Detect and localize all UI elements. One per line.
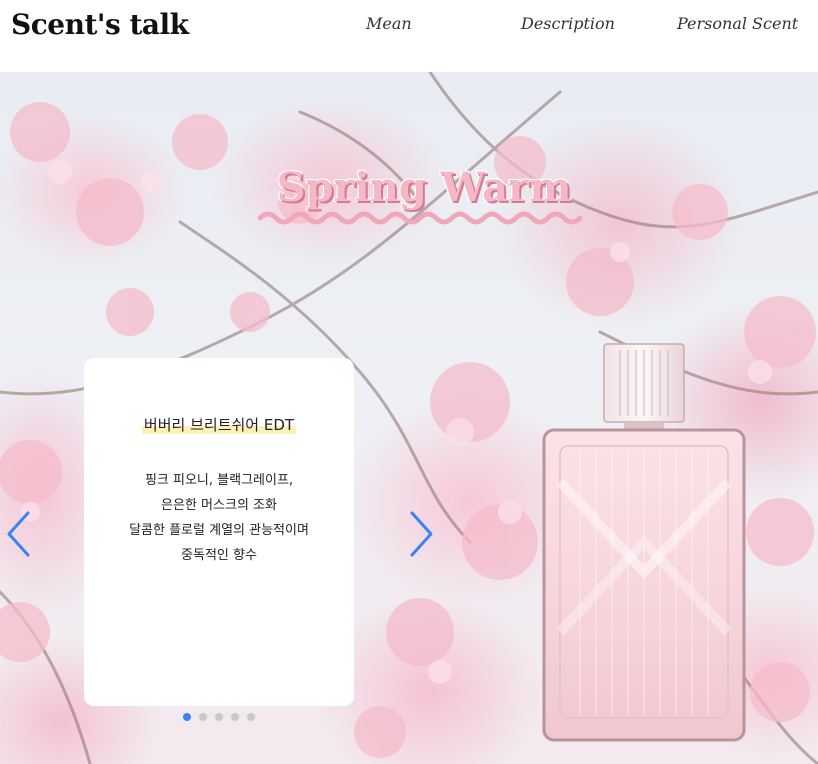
pagination-dot[interactable] [231,713,239,721]
product-description-line: 은은한 머스크의 조화 [161,498,277,513]
chevron-right-icon [410,511,433,557]
perfume-bottle-image [542,343,746,742]
product-name-text: 버버리 브리트쉬어 EDT [141,416,297,434]
next-slide-button[interactable] [406,510,436,558]
product-name: 버버리 브리트쉬어 EDT [84,414,354,435]
product-description-line: 핑크 피오니, 블랙그레이프, [144,473,294,488]
nav-link-description[interactable]: Description [521,14,615,33]
pagination-dot[interactable] [215,713,223,721]
product-card: 버버리 브리트쉬어 EDT 핑크 피오니, 블랙그레이프, 은은한 머스크의 조… [84,358,354,706]
pagination-dot[interactable] [199,713,207,721]
hero-title: Spring Warm [276,164,572,211]
pagination-dot[interactable] [247,713,255,721]
hero-section: Spring Warm 버버리 브리트쉬어 EDT 핑크 피오니, 블랙그레이프… [0,72,818,764]
pagination-dot[interactable] [183,713,191,721]
brand-logo[interactable]: Scent's talk [11,8,189,41]
product-description-line: 달콤한 플로럴 계열의 관능적이며 [129,523,309,538]
hero-title-block: Spring Warm [258,164,590,225]
product-description-line: 중독적인 향수 [181,548,257,563]
site-header: Scent's talk Mean Description Personal S… [0,0,818,72]
nav-link-personal-scent[interactable]: Personal Scent [677,14,798,33]
carousel-pagination [183,713,255,721]
prev-slide-button[interactable] [4,510,34,558]
nav-link-mean[interactable]: Mean [366,14,412,33]
product-description: 핑크 피오니, 블랙그레이프, 은은한 머스크의 조화 달콤한 플로럴 계열의 … [84,468,354,568]
chevron-left-icon [7,511,30,557]
wave-underline [258,211,583,225]
